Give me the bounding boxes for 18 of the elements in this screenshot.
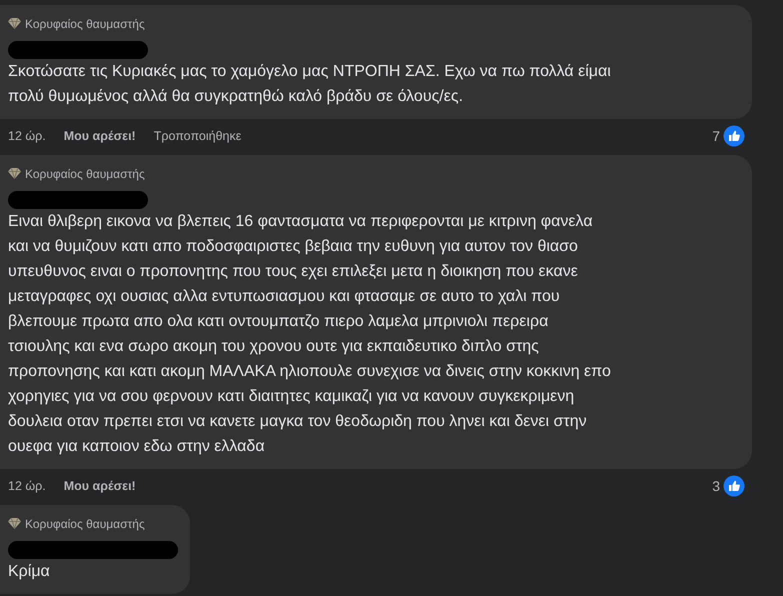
like-icon (723, 475, 745, 497)
reaction-count[interactable]: 7 (712, 126, 720, 146)
badge-label: Κορυφαίος θαυμαστής (25, 166, 145, 182)
like-icon (723, 125, 745, 147)
diamond-icon (8, 168, 21, 179)
badge-label: Κορυφαίος θαυμαστής (25, 516, 145, 532)
diamond-icon (8, 18, 21, 29)
diamond-icon (8, 518, 21, 529)
comment-text: Σκοτώσατε τις Κυριακές μας το χαμόγελο μας ΝΤΡΟΠΗ ΣΑΣ. Εχω να πω πολλά είμαι πολύ θυμωμένος αλλά θα συγκρατηθώ καλό βράδυ σε όλους/ες. (8, 62, 612, 107)
comment-text: Κρίμα (8, 562, 51, 582)
comment-time[interactable]: 12 ώρ. (8, 476, 46, 496)
badge-label: Κορυφαίος θαυμαστής (25, 16, 145, 32)
like-link[interactable]: Μου αρέσει! (64, 126, 136, 146)
comment-text: Ειναι θλιβερη εικονα να βλεπεις 16 φαντασματα να περιφερονται με κιτρινη φανελα και να θυμιζουν κατι απο ποδοσφαιριστες βεβαια την ευθυνη για αυτον τον θιασο υπευθυνος ειναι ο προπονητης που τους εχει επιλεξει μετα η διοικηση που εκανε μεταγραφες οχι ουσιας αλλα εντυπωσιασμου και φτασαμε σε αυτο το χαλι που βλεπουμε πρωτα απο ολα κατι οντουμπατζο πιερο λαμελα μπρινιολι περειρα τσιουλης και ενα σωρο ακομη του χρονου ουτε για εκπαιδευτικο διπλο στης προπονησης και κατι ακομη ΜΑΛΑΚΑ ηλιοπουλε συνεχισε να δινεις στην κοκκινη επο χορηγιες για να σου φερνουν κατι διαιτητες καμικαζι για να κανουν συγκεκριμενη δουλεια οταν πρεπει ετσι να κανετε μαγκα τον θεοδωριδη που ληνει και δενει στην ουεφα για καποιον εδω στην ελλαδα (8, 212, 612, 457)
like-link[interactable]: Μου αρέσει! (64, 476, 136, 496)
comment-time[interactable]: 12 ώρ. (8, 126, 46, 146)
reaction-count[interactable]: 3 (712, 476, 720, 496)
edited-link[interactable]: Τροποποιήθηκε (154, 126, 242, 146)
